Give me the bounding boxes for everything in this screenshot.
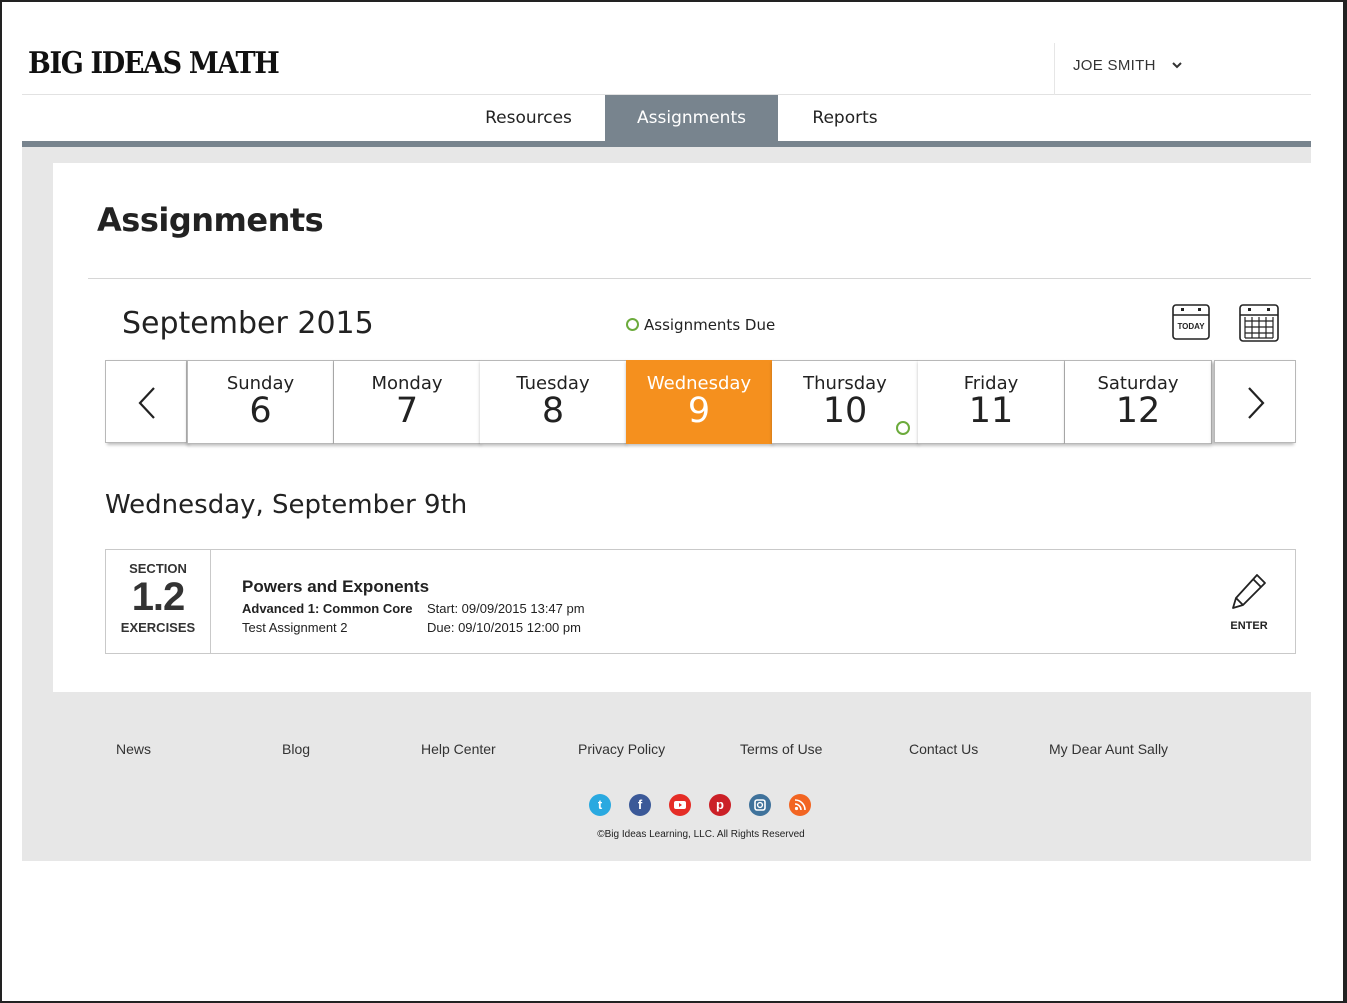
footer-link-terms-of-use[interactable]: Terms of Use (740, 741, 822, 757)
tab-assignments[interactable]: Assignments (605, 95, 778, 142)
due-indicator-icon (626, 318, 639, 331)
instagram-icon[interactable] (749, 794, 771, 816)
day-monday[interactable]: Monday 7 (334, 360, 481, 444)
day-number: 8 (541, 391, 565, 431)
assignment-start: Start: 09/09/2015 13:47 pm (427, 601, 585, 616)
youtube-icon[interactable] (669, 794, 691, 816)
chevron-down-icon[interactable] (1172, 60, 1182, 70)
footer-link-blog[interactable]: Blog (282, 741, 310, 757)
footer-link-privacy-policy[interactable]: Privacy Policy (578, 741, 665, 757)
section-type: EXERCISES (120, 620, 196, 635)
page-title: Assignments (97, 201, 324, 239)
footer-link-my-dear-aunt-sally[interactable]: My Dear Aunt Sally (1049, 741, 1168, 757)
day-tuesday[interactable]: Tuesday 8 (480, 360, 627, 444)
next-week-button[interactable] (1214, 360, 1296, 443)
today-calendar-icon[interactable]: TODAY (1172, 303, 1210, 341)
site-logo[interactable]: BIG IDEAS MATH (28, 46, 280, 81)
day-wednesday[interactable]: Wednesday 9 (626, 360, 773, 444)
title-divider (88, 278, 1311, 279)
tab-reports[interactable]: Reports (778, 95, 912, 142)
day-number: 9 (687, 391, 711, 431)
youtube-glyph (674, 801, 686, 809)
section-number: 1.2 (131, 575, 186, 619)
month-label: September 2015 (122, 306, 374, 341)
twitter-icon[interactable]: t (589, 794, 611, 816)
due-indicator-icon (896, 421, 910, 435)
rss-glyph (794, 799, 806, 811)
instagram-glyph (754, 799, 766, 811)
selected-date-heading: Wednesday, September 9th (105, 490, 468, 520)
tab-resources[interactable]: Resources (452, 95, 605, 142)
day-sunday[interactable]: Sunday 6 (187, 360, 334, 444)
section-badge: SECTION 1.2 EXERCISES (106, 550, 211, 653)
main-nav: Resources Assignments Reports (22, 95, 1311, 142)
pencil-icon (1232, 574, 1266, 609)
assignment-card[interactable]: SECTION 1.2 EXERCISES Powers and Exponen… (105, 549, 1296, 654)
footer-link-help-center[interactable]: Help Center (421, 741, 496, 757)
user-name[interactable]: JOE SMITH (1073, 57, 1156, 74)
copyright-text: ©Big Ideas Learning, LLC. All Rights Res… (597, 829, 805, 840)
user-menu[interactable]: JOE SMITH (1054, 43, 1311, 95)
assignment-title: Powers and Exponents (242, 577, 430, 596)
chevron-right-icon (1248, 387, 1265, 419)
section-label: SECTION (129, 561, 187, 576)
footer-link-news[interactable]: News (116, 741, 151, 757)
site-header: BIG IDEAS MATH JOE SMITH (22, 40, 1311, 95)
facebook-icon[interactable]: f (629, 794, 651, 816)
rss-icon[interactable] (789, 794, 811, 816)
day-saturday[interactable]: Saturday 12 (1065, 360, 1212, 444)
assignment-course: Advanced 1: Common Core (242, 601, 413, 616)
legend: Assignments Due (626, 316, 775, 334)
month-calendar-icon[interactable] (1239, 303, 1279, 343)
today-icon-label: TODAY (1177, 322, 1205, 331)
week-calendar: Sunday 6 Monday 7 Tuesday 8 Wednesday 9 … (105, 360, 1296, 444)
day-number: 11 (968, 391, 1014, 431)
enter-button[interactable]: ENTER (1219, 572, 1279, 634)
legend-label: Assignments Due (644, 316, 776, 334)
day-friday[interactable]: Friday 11 (918, 360, 1065, 444)
prev-week-button[interactable] (105, 360, 187, 443)
day-number: 6 (249, 391, 272, 431)
assignment-due: Due: 09/10/2015 12:00 pm (427, 620, 581, 635)
enter-label: ENTER (1230, 620, 1268, 632)
day-number: 7 (395, 391, 419, 431)
pinterest-icon[interactable]: p (709, 794, 731, 816)
footer-link-contact-us[interactable]: Contact Us (909, 741, 978, 757)
day-thursday[interactable]: Thursday 10 (772, 360, 919, 444)
assignment-name: Test Assignment 2 (242, 620, 348, 635)
chevron-left-icon (138, 387, 155, 419)
day-number: 12 (1115, 391, 1161, 431)
